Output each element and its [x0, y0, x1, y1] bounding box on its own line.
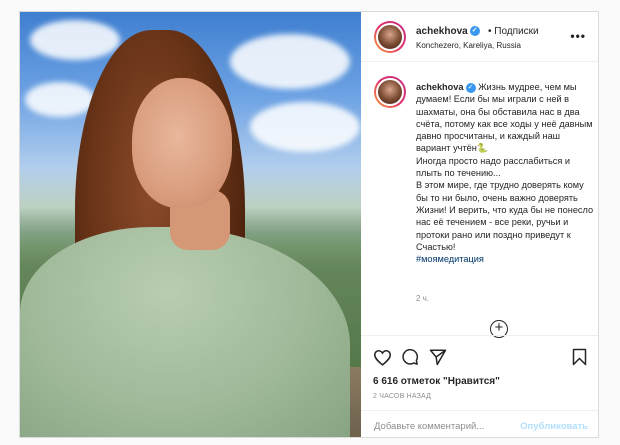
comment-icon[interactable]: [401, 348, 419, 366]
caption-text-2: Иногда просто надо расслабиться и плыть …: [416, 155, 571, 179]
more-horizontal-icon[interactable]: •••: [570, 29, 586, 43]
verified-badge-icon: ✓: [469, 26, 480, 37]
hashtag-link[interactable]: #моямедитация: [416, 254, 484, 264]
header-username[interactable]: achekhova ✓: [416, 26, 480, 37]
location-link[interactable]: Konchezero, Kareliya, Russia: [416, 41, 521, 50]
comments-area: achekhova ✓ Жизнь мудрее, чем мы думаем! …: [361, 63, 598, 338]
post-actions: 6 616 отметок "Нравится" 2 ЧАСОВ НАЗАД Д…: [361, 335, 598, 439]
snake-emoji-icon: 🐍: [476, 143, 489, 154]
username-text[interactable]: achekhova: [416, 26, 468, 37]
heart-icon[interactable]: [373, 349, 392, 366]
post-header: achekhova ✓ • Подписки Konchezero, Kareli…: [361, 12, 598, 62]
avatar[interactable]: [374, 21, 406, 53]
face-shape: [132, 78, 232, 208]
comment-input[interactable]: Добавьте комментарий...: [374, 421, 484, 432]
avatar-image: [376, 78, 404, 106]
paper-plane-icon[interactable]: [429, 348, 447, 366]
post-caption: achekhova ✓ Жизнь мудрее, чем мы думаем! …: [416, 81, 594, 265]
follow-status[interactable]: • Подписки: [488, 26, 539, 37]
likes-count[interactable]: 6 616 отметок "Нравится": [373, 376, 500, 387]
bookmark-icon[interactable]: [572, 348, 587, 366]
cloud-shape: [25, 82, 95, 117]
verified-badge-icon: ✓: [465, 82, 476, 93]
post-photo[interactable]: [20, 12, 361, 437]
caption-avatar[interactable]: [374, 76, 406, 108]
publish-button[interactable]: Опубликовать: [520, 421, 588, 432]
post-timestamp[interactable]: 2 ЧАСОВ НАЗАД: [373, 393, 431, 400]
caption-username[interactable]: achekhova: [416, 82, 464, 92]
cloud-shape: [30, 20, 120, 60]
cloud-shape: [250, 102, 360, 152]
instagram-post: achekhova ✓ • Подписки Konchezero, Kareli…: [19, 11, 599, 438]
add-comment-bar: Добавьте комментарий... Опубликовать: [361, 410, 598, 440]
cloud-shape: [230, 34, 350, 89]
caption-text-3: В этом мире, где трудно доверять кому бы…: [416, 180, 594, 252]
avatar-image: [376, 23, 404, 51]
caption-time: 2 ч.: [416, 294, 430, 303]
caption-text-1: Жизнь мудрее, чем мы думаем! Если бы мы …: [416, 82, 593, 154]
